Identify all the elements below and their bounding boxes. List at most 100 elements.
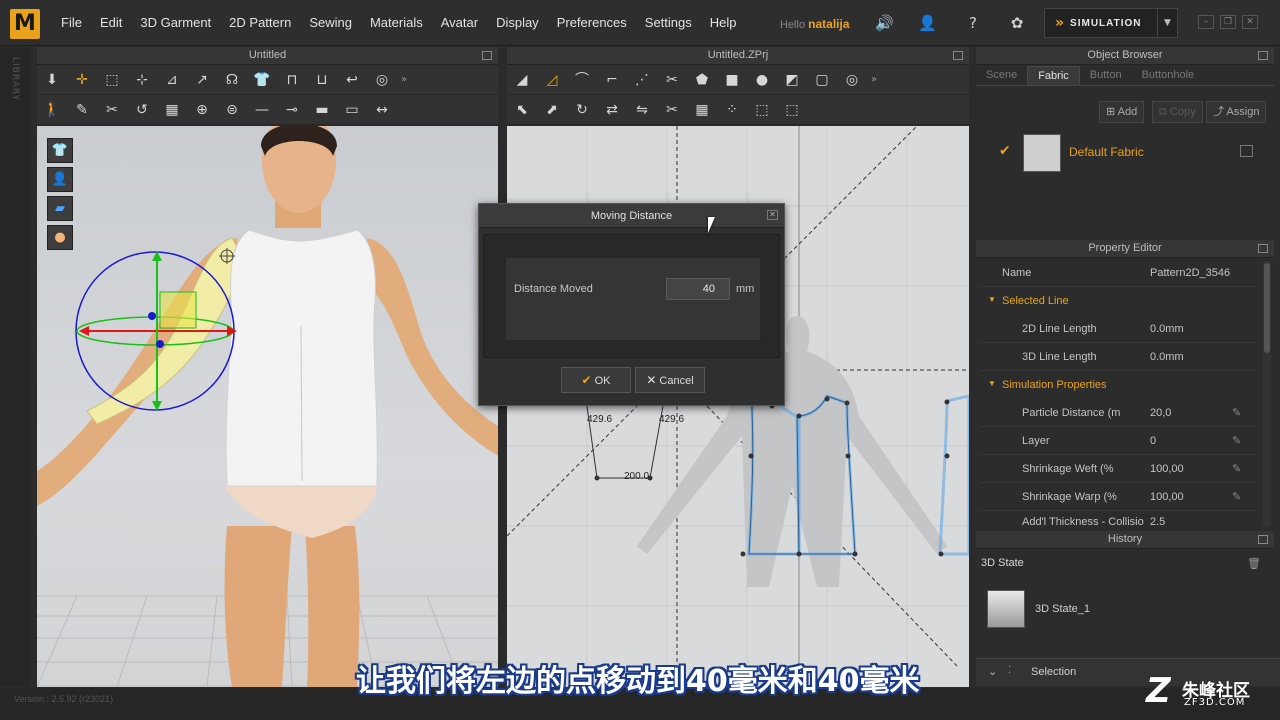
select-area-icon[interactable]: ⬚: [747, 97, 777, 123]
sound-icon[interactable]: 🔊: [875, 14, 894, 32]
property-editor-maximize-icon[interactable]: [1258, 244, 1268, 253]
object-browser-maximize-icon[interactable]: [1258, 51, 1268, 60]
edit-pattern-icon[interactable]: ◿: [537, 67, 567, 93]
internal-rectangle-icon[interactable]: ▢: [807, 67, 837, 93]
history-maximize-icon[interactable]: [1258, 535, 1268, 544]
help-icon[interactable]: ?: [964, 14, 982, 32]
line-icon[interactable]: —: [247, 97, 277, 123]
cut-curve-icon[interactable]: ✂: [657, 67, 687, 93]
rectangle-icon[interactable]: ■: [717, 67, 747, 93]
property-scrollbar[interactable]: [1263, 261, 1271, 526]
menu-help[interactable]: Help: [701, 0, 746, 46]
tape-icon[interactable]: ↩: [337, 67, 367, 93]
iron-icon[interactable]: ▬: [307, 97, 337, 123]
cancel-button[interactable]: ✕ Cancel: [635, 367, 705, 393]
ok-button[interactable]: ✔ OK: [561, 367, 631, 393]
texture-icon[interactable]: ▦: [157, 97, 187, 123]
selected-line-section[interactable]: ▼ Selected Line: [980, 287, 1256, 315]
expand-chevron-icon[interactable]: ⌄: [988, 665, 997, 678]
fabric-fold-icon[interactable]: ▭: [337, 97, 367, 123]
history-item[interactable]: 3D State_1: [985, 589, 1265, 631]
show-avatar-icon[interactable]: 👤: [47, 167, 73, 192]
assign-fabric-button[interactable]: ⤴ Assign: [1206, 101, 1267, 123]
curve-point-icon[interactable]: ⌐: [597, 67, 627, 93]
dialog-close-icon[interactable]: ✕: [767, 210, 778, 220]
needle-icon[interactable]: ✎: [67, 97, 97, 123]
username[interactable]: natalija: [808, 17, 849, 31]
graphic-icon[interactable]: ⁘: [717, 97, 747, 123]
tab-scene[interactable]: Scene: [976, 66, 1027, 85]
prop-name-value[interactable]: Pattern2D_3546: [1150, 267, 1230, 279]
seam-icon[interactable]: ⇄: [597, 97, 627, 123]
rotate-area-icon[interactable]: ⬚: [777, 97, 807, 123]
fold-2d-icon[interactable]: ⇋: [627, 97, 657, 123]
menu-sewing[interactable]: Sewing: [300, 0, 361, 46]
polygon-icon[interactable]: ⬟: [687, 67, 717, 93]
simulation-properties-section[interactable]: ▼ Simulation Properties: [980, 371, 1256, 399]
fabric-display-icon[interactable]: ▰: [47, 196, 73, 221]
garment-icon[interactable]: ⊓: [277, 67, 307, 93]
simulation-button[interactable]: » SIMULATION ▼: [1044, 8, 1178, 38]
copy-fabric-button[interactable]: ⧉ Copy: [1152, 101, 1203, 123]
gizmo-center-point[interactable]: [148, 312, 156, 320]
toolbar-2d-more-icon[interactable]: »: [871, 74, 877, 85]
restore-button[interactable]: ❐: [1220, 15, 1236, 29]
layer-icon[interactable]: ⊔: [307, 67, 337, 93]
gizmo-plane-handle[interactable]: [159, 291, 197, 329]
menu-preferences[interactable]: Preferences: [548, 0, 636, 46]
ring-icon[interactable]: ◎: [367, 67, 397, 93]
arrow-down-icon[interactable]: ⬇: [37, 67, 67, 93]
scissors-icon[interactable]: ✂: [97, 97, 127, 123]
select-mesh-icon[interactable]: ⬚: [97, 67, 127, 93]
add-fabric-button[interactable]: ⊞ Add: [1099, 101, 1145, 123]
pleat-icon[interactable]: ✂: [657, 97, 687, 123]
gizmo-pivot-point[interactable]: [156, 340, 164, 348]
simulation-dropdown-icon[interactable]: ▼: [1157, 9, 1177, 37]
button-icon[interactable]: ⊕: [187, 97, 217, 123]
library-strip[interactable]: LIBRARY: [0, 47, 30, 687]
trace-icon[interactable]: ⬈: [537, 97, 567, 123]
menu-display[interactable]: Display: [487, 0, 548, 46]
avatar-skin-icon[interactable]: ●: [47, 225, 73, 250]
sew-icon[interactable]: ↻: [567, 97, 597, 123]
fold-icon[interactable]: ☊: [217, 67, 247, 93]
move-icon[interactable]: ↔: [367, 97, 397, 123]
maximize-icon[interactable]: [482, 51, 492, 60]
prop-particle-value[interactable]: 20,0: [1150, 407, 1171, 419]
edit-pencil-icon[interactable]: ✎: [1232, 462, 1241, 475]
toolbar-more-icon[interactable]: »: [401, 74, 407, 85]
distance-input[interactable]: [666, 278, 730, 300]
community-icon[interactable]: ✿: [1008, 14, 1026, 32]
internal-circle-icon[interactable]: ◎: [837, 67, 867, 93]
pin-icon[interactable]: ⊿: [157, 67, 187, 93]
menu-edit[interactable]: Edit: [91, 0, 131, 46]
prop-layer-value[interactable]: 0: [1150, 435, 1156, 447]
transform-pattern-icon[interactable]: ✛: [67, 67, 97, 93]
buttonhole-icon[interactable]: ⊜: [217, 97, 247, 123]
fabric-list-item[interactable]: ✔ Default Fabric: [985, 129, 1269, 175]
tack-icon[interactable]: ↺: [127, 97, 157, 123]
menu-avatar[interactable]: Avatar: [432, 0, 487, 46]
menu-2d-pattern[interactable]: 2D Pattern: [220, 0, 300, 46]
edit-curve-icon[interactable]: ↗: [187, 67, 217, 93]
tab-button[interactable]: Button: [1080, 66, 1132, 85]
prop-addl-value[interactable]: 2,5: [1150, 516, 1165, 525]
edit-pencil-icon[interactable]: ✎: [1232, 434, 1241, 447]
user-icon[interactable]: 👤: [918, 14, 937, 32]
tab-fabric[interactable]: Fabric: [1027, 66, 1080, 85]
texture-2d-icon[interactable]: ▦: [687, 97, 717, 123]
back-pattern[interactable]: [938, 394, 969, 556]
edit-pencil-icon[interactable]: ✎: [1232, 490, 1241, 503]
menu-materials[interactable]: Materials: [361, 0, 432, 46]
add-point-icon[interactable]: ⋰: [627, 67, 657, 93]
maximize-2d-icon[interactable]: [953, 51, 963, 60]
prop-warp-value[interactable]: 100,00: [1150, 491, 1184, 503]
avatar-pose-icon[interactable]: 🚶: [37, 97, 67, 123]
select-points-icon[interactable]: ⊹: [127, 67, 157, 93]
pattern-point-1[interactable]: [594, 475, 600, 481]
menu-3d-garment[interactable]: 3D Garment: [131, 0, 220, 46]
menu-settings[interactable]: Settings: [636, 0, 701, 46]
delete-history-icon[interactable]: 🗑: [1247, 557, 1261, 570]
transform-icon[interactable]: ◢: [507, 67, 537, 93]
viewport-3d[interactable]: 👕 👤 ▰ ●: [37, 126, 498, 687]
